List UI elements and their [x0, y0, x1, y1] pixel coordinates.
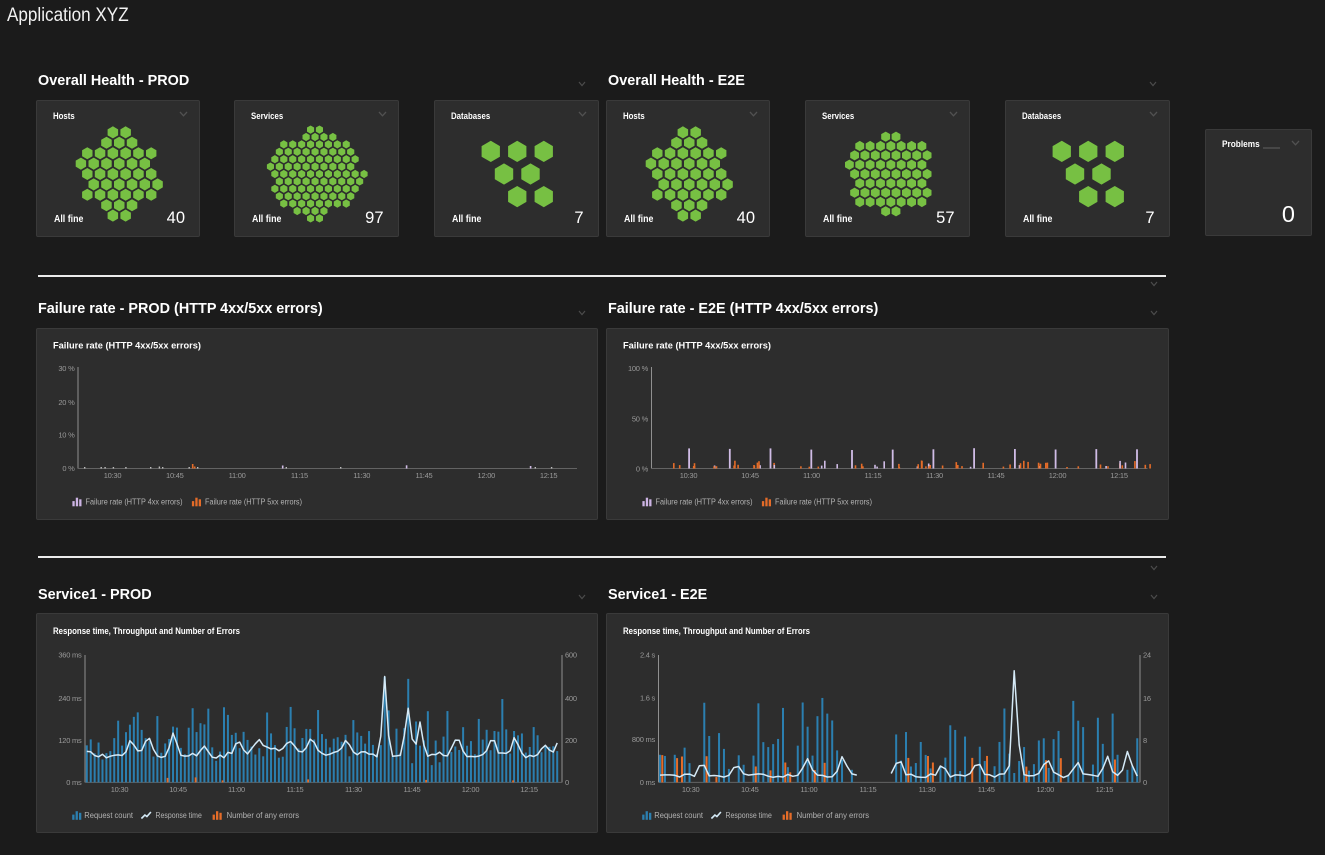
svg-text:12:00: 12:00 [1036, 784, 1054, 793]
svg-text:11:30: 11:30 [353, 470, 370, 479]
svg-text:10:45: 10:45 [166, 470, 184, 479]
svg-text:0: 0 [565, 777, 569, 786]
svg-text:11:00: 11:00 [803, 470, 820, 479]
svg-text:20 %: 20 % [58, 398, 75, 407]
svg-text:0 ms: 0 ms [66, 777, 82, 786]
svg-text:0: 0 [1143, 777, 1147, 786]
svg-text:0 %: 0 % [62, 464, 75, 473]
svg-text:10:30: 10:30 [679, 470, 697, 479]
svg-text:11:15: 11:15 [287, 784, 304, 793]
svg-text:12:15: 12:15 [540, 470, 558, 479]
svg-text:11:15: 11:15 [864, 470, 881, 479]
svg-text:800 ms: 800 ms [631, 735, 655, 744]
svg-text:Request count: Request count [84, 811, 133, 820]
svg-text:11:45: 11:45 [404, 784, 421, 793]
svg-text:11:15: 11:15 [291, 470, 308, 479]
svg-text:Failure rate (HTTP 4xx errors): Failure rate (HTTP 4xx errors) [655, 497, 752, 506]
svg-text:12:00: 12:00 [1048, 470, 1066, 479]
svg-text:10:30: 10:30 [681, 784, 699, 793]
svg-text:Response time, Throughput and: Response time, Throughput and Number of … [623, 626, 810, 636]
svg-text:10:30: 10:30 [104, 470, 122, 479]
svg-text:11:30: 11:30 [345, 784, 362, 793]
svg-text:11:15: 11:15 [859, 784, 876, 793]
svg-text:Response time: Response time [725, 811, 772, 820]
svg-text:12:15: 12:15 [1110, 470, 1128, 479]
svg-text:10:30: 10:30 [111, 784, 129, 793]
svg-text:360 ms: 360 ms [58, 650, 82, 659]
svg-text:16: 16 [1143, 693, 1151, 702]
svg-text:11:45: 11:45 [977, 784, 994, 793]
svg-text:Response time, Throughput and: Response time, Throughput and Number of … [53, 626, 240, 636]
svg-text:11:00: 11:00 [228, 784, 245, 793]
svg-text:11:30: 11:30 [926, 470, 943, 479]
svg-text:8: 8 [1143, 736, 1147, 745]
svg-text:12:00: 12:00 [462, 784, 480, 793]
svg-text:Failure rate (HTTP 5xx errors): Failure rate (HTTP 5xx errors) [775, 497, 872, 506]
svg-text:100 %: 100 % [627, 364, 648, 373]
svg-text:10:45: 10:45 [741, 784, 759, 793]
svg-text:2.4 s: 2.4 s [639, 650, 655, 659]
svg-text:Request count: Request count [654, 811, 703, 820]
svg-text:12:15: 12:15 [1095, 784, 1113, 793]
svg-text:120 ms: 120 ms [58, 736, 82, 745]
svg-text:10 %: 10 % [58, 430, 75, 439]
svg-text:240 ms: 240 ms [58, 693, 82, 702]
svg-text:10:45: 10:45 [169, 784, 187, 793]
svg-text:11:45: 11:45 [987, 470, 1004, 479]
svg-text:50 %: 50 % [631, 414, 648, 423]
svg-text:12:15: 12:15 [520, 784, 538, 793]
svg-text:11:00: 11:00 [800, 784, 817, 793]
svg-text:12:00: 12:00 [478, 470, 496, 479]
svg-text:Failure rate (HTTP 4xx/5xx err: Failure rate (HTTP 4xx/5xx errors) [53, 340, 201, 350]
svg-text:30 %: 30 % [58, 363, 75, 372]
svg-text:Response time: Response time [156, 811, 203, 820]
svg-text:Failure rate (HTTP 5xx errors): Failure rate (HTTP 5xx errors) [205, 497, 302, 506]
svg-text:11:00: 11:00 [229, 470, 246, 479]
svg-text:0 %: 0 % [635, 464, 648, 473]
svg-text:Failure rate (HTTP 4xx/5xx err: Failure rate (HTTP 4xx/5xx errors) [623, 340, 771, 350]
svg-text:1.6 s: 1.6 s [639, 693, 655, 702]
svg-text:11:30: 11:30 [918, 784, 935, 793]
svg-text:200: 200 [565, 736, 577, 745]
svg-text:Number of any errors: Number of any errors [796, 811, 869, 820]
svg-text:0 ms: 0 ms [639, 777, 655, 786]
svg-text:10:45: 10:45 [741, 470, 759, 479]
svg-text:400: 400 [565, 693, 577, 702]
svg-text:Number of any errors: Number of any errors [227, 811, 300, 820]
svg-text:Failure rate (HTTP 4xx errors): Failure rate (HTTP 4xx errors) [86, 497, 183, 506]
svg-text:600: 600 [565, 650, 577, 659]
svg-text:24: 24 [1143, 650, 1151, 659]
svg-text:11:45: 11:45 [416, 470, 433, 479]
